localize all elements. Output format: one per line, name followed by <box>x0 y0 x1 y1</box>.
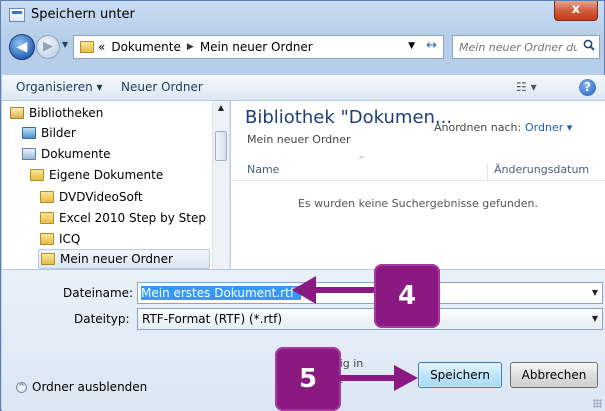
tree-item-label: Mein neuer Ordner <box>60 252 173 266</box>
search-input[interactable] <box>459 40 577 54</box>
breadcrumb-dokumente[interactable]: Dokumente <box>111 40 181 54</box>
breadcrumb-separator-icon[interactable]: ▶ <box>187 42 194 52</box>
library-icon <box>10 107 24 119</box>
new-folder-button[interactable]: Neuer Ordner <box>121 80 203 94</box>
sort-indicator-icon: ^ <box>358 155 365 164</box>
tree-item-mein-neuer-ordner[interactable]: Mein neuer Ordner <box>38 249 210 269</box>
title-bar: Speichern unter x <box>1 1 605 29</box>
resize-grip-icon[interactable] <box>593 399 602 408</box>
pictures-icon <box>22 127 36 139</box>
close-button[interactable]: x <box>554 1 598 21</box>
app-icon <box>9 8 25 22</box>
column-header-date[interactable]: Änderungsdatum <box>487 163 589 181</box>
tree-item-excel-2010[interactable]: Excel 2010 Step by Step <box>40 208 206 228</box>
filetype-value: RTF-Format (RTF) (*.rtf) <box>142 312 283 326</box>
library-subtitle: Mein neuer Ordner <box>247 133 351 146</box>
tree-item-label: Dokumente <box>41 147 111 161</box>
search-box[interactable] <box>452 35 600 59</box>
folder-icon <box>40 191 54 203</box>
arrange-by-dropdown[interactable]: Ordner ▾ <box>525 121 572 134</box>
annotation-arrow-5 <box>338 365 418 391</box>
filename-input[interactable] <box>141 286 301 300</box>
refresh-icon[interactable]: ↔ <box>426 38 437 53</box>
back-button[interactable]: ◀ <box>9 34 35 60</box>
tree-item-label: DVDVideoSoft <box>59 190 143 204</box>
save-button[interactable]: Speichern <box>418 362 502 388</box>
tree-item-dvdvideosoft[interactable]: DVDVideoSoft <box>40 187 143 207</box>
scroll-up-icon[interactable]: ▲ <box>213 103 229 117</box>
hide-folders-toggle[interactable]: ^ Ordner ausblenden <box>16 380 147 394</box>
arrange-by-label: Anordnen nach: <box>434 121 522 134</box>
folder-icon <box>40 233 54 245</box>
folder-icon <box>30 169 44 181</box>
breadcrumb-mein-neuer-ordner[interactable]: Mein neuer Ordner <box>200 40 313 54</box>
help-icon[interactable]: ? <box>579 79 596 96</box>
documents-icon <box>22 148 36 160</box>
filetype-label: Dateityp: <box>74 312 130 326</box>
tree-item-bilder[interactable]: Bilder <box>22 123 76 143</box>
forward-button[interactable]: ▶ <box>36 35 60 59</box>
address-overflow[interactable]: « <box>98 40 105 54</box>
filename-dropdown-icon[interactable]: ▼ <box>592 288 598 297</box>
tree-item-eigene-dokumente[interactable]: Eigene Dokumente <box>30 165 163 185</box>
library-title: Bibliothek "Dokumen... <box>245 107 453 128</box>
history-dropdown-icon[interactable]: ▼ <box>62 40 68 49</box>
tree-item-label: ICQ <box>59 232 81 246</box>
content-pane: Bibliothek "Dokumen... Mein neuer Ordner… <box>231 101 605 269</box>
navigation-bar: ◀ ▶ ▼ « Dokumente ▶ Mein neuer Ordner ▼ … <box>1 31 605 63</box>
organize-button[interactable]: Organisieren ▾ <box>16 80 103 94</box>
hide-folders-label: Ordner ausblenden <box>32 380 148 394</box>
folder-icon <box>40 212 54 224</box>
filename-label: Dateiname: <box>63 286 134 300</box>
column-header-row: Name ^ Änderungsdatum <box>231 155 605 181</box>
step-5-callout: 5 <box>275 347 341 411</box>
column-header-name[interactable]: Name <box>247 163 279 176</box>
tree-item-label: Eigene Dokumente <box>49 168 164 182</box>
navigation-tree: Bibliotheken Bilder Dokumente Eigene Dok… <box>2 101 230 269</box>
window-title: Speichern unter <box>31 7 135 22</box>
tree-item-bibliotheken[interactable]: Bibliotheken <box>10 103 103 123</box>
empty-message: Es wurden keine Suchergebnisse gefunden. <box>297 197 539 210</box>
tree-scrollbar[interactable]: ▲ <box>212 101 229 269</box>
tree-item-label: Bilder <box>41 126 76 140</box>
address-dropdown-icon[interactable]: ▼ <box>408 41 415 51</box>
annotation-arrow-4 <box>292 276 378 304</box>
cancel-button[interactable]: Abbrechen <box>510 362 598 388</box>
tree-item-dokumente[interactable]: Dokumente <box>22 144 111 164</box>
filetype-dropdown-icon[interactable]: ▼ <box>592 314 598 323</box>
address-bar[interactable]: « Dokumente ▶ Mein neuer Ordner ▼ ↔ <box>73 35 444 59</box>
views-icon[interactable]: ☷ ▾ <box>516 80 537 94</box>
tree-item-label: Excel 2010 Step by Step <box>59 211 206 225</box>
step-4-callout: 4 <box>374 264 440 328</box>
tree-item-label: Bibliotheken <box>29 106 104 120</box>
folder-icon <box>41 253 55 265</box>
tree-item-icq[interactable]: ICQ <box>40 229 80 249</box>
command-toolbar: Organisieren ▾ Neuer Ordner ☷ ▾ ? <box>2 75 605 101</box>
scrollbar-thumb[interactable] <box>215 131 227 161</box>
folder-icon <box>80 41 94 53</box>
collapse-icon: ^ <box>16 381 27 393</box>
search-icon[interactable] <box>583 39 595 51</box>
